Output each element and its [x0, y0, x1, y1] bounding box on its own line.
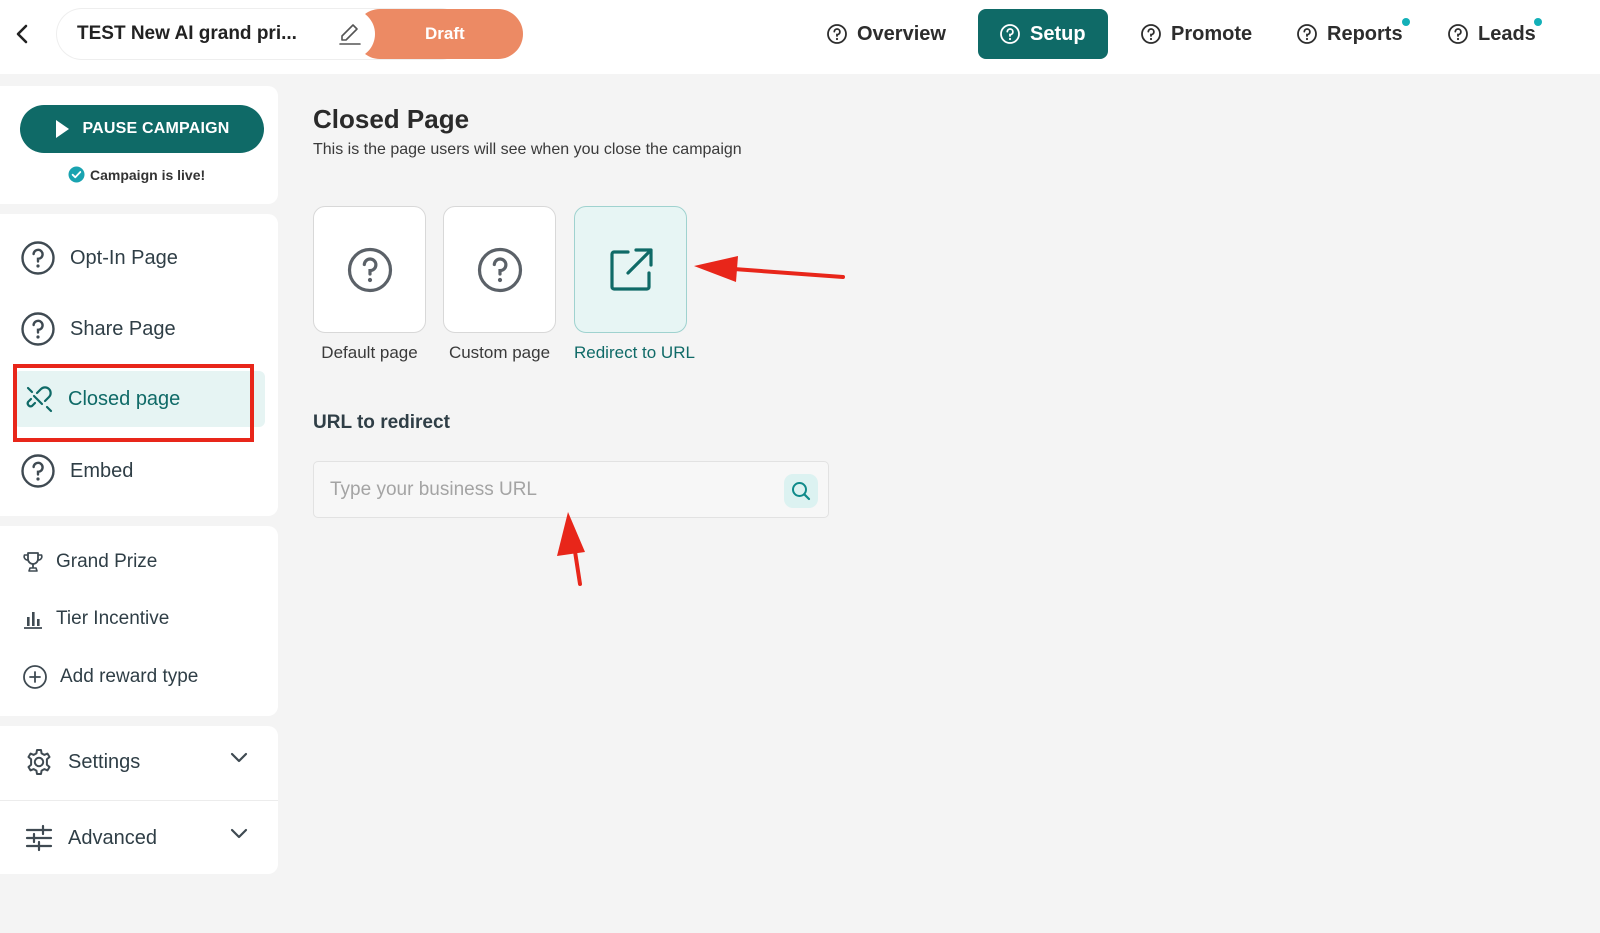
- plus-circle-icon: [23, 665, 47, 689]
- play-icon: [56, 120, 70, 138]
- status-label: Draft: [425, 24, 465, 43]
- sidebar-item-grand-prize[interactable]: Grand Prize: [22, 551, 157, 573]
- bar-chart-icon: [24, 612, 42, 629]
- divider: [0, 800, 278, 801]
- tab-label: Reports: [1327, 22, 1403, 45]
- tab-setup[interactable]: Setup: [978, 9, 1108, 59]
- leads-notification-dot: [1534, 18, 1542, 26]
- campaign-name: TEST New AI grand pri...: [77, 23, 297, 44]
- campaign-live-status: Campaign is live!: [68, 166, 205, 183]
- question-circle-icon: [477, 247, 522, 292]
- question-circle-icon: [1141, 24, 1161, 44]
- pause-campaign-button[interactable]: PAUSE CAMPAIGN: [20, 105, 264, 153]
- tab-label: Overview: [857, 22, 946, 45]
- top-bar: TEST New AI grand pri... Draft Overview …: [0, 0, 1600, 74]
- tab-label: Setup: [1030, 22, 1086, 45]
- annotation-arrow-up: [557, 512, 585, 586]
- advanced-section-toggle[interactable]: Advanced: [0, 802, 278, 874]
- sliders-icon: [25, 824, 53, 852]
- question-circle-icon: [347, 247, 392, 292]
- option-default-page[interactable]: [313, 206, 426, 333]
- search-button[interactable]: [784, 474, 818, 508]
- sidebar-item-tier-incentive[interactable]: Tier Incentive: [22, 608, 169, 630]
- annotation-arrow-right: [694, 256, 845, 282]
- reports-notification-dot: [1402, 18, 1410, 26]
- search-icon: [792, 482, 811, 501]
- campaign-title-pill: TEST New AI grand pri... Draft: [57, 9, 523, 59]
- chevron-down-icon: [230, 752, 248, 763]
- tab-label: Leads: [1478, 22, 1536, 45]
- pages-card: Opt-In Page Share Page Closed page Embed: [0, 214, 278, 516]
- url-field: [313, 461, 829, 518]
- tab-promote[interactable]: Promote: [1140, 9, 1252, 59]
- sidebar-item-closed-page[interactable]: Closed page: [14, 371, 265, 427]
- live-status-text: Campaign is live!: [90, 166, 206, 183]
- question-circle-icon: [1000, 24, 1020, 44]
- page-subtitle: This is the page users will see when you…: [313, 141, 742, 158]
- check-circle-icon: [68, 166, 85, 183]
- add-reward-type-button[interactable]: Add reward type: [22, 664, 198, 690]
- tab-label: Promote: [1171, 22, 1253, 45]
- option-label: Redirect to URL: [574, 343, 695, 362]
- settings-section-toggle[interactable]: Settings: [0, 726, 278, 798]
- settings-label: Settings: [68, 750, 141, 773]
- tab-reports[interactable]: Reports: [1296, 9, 1403, 59]
- settings-card: Settings Advanced: [0, 726, 278, 874]
- sidebar-item-opt-in-page[interactable]: Opt-In Page: [20, 236, 178, 280]
- back-arrow-icon[interactable]: [10, 20, 34, 48]
- url-field-label: URL to redirect: [313, 412, 450, 433]
- option-label: Default page: [321, 343, 418, 362]
- redirect-url-input[interactable]: [330, 462, 770, 517]
- sidebar-item-label: Closed page: [68, 387, 181, 410]
- question-circle-icon: [1297, 24, 1317, 44]
- question-circle-icon: [1448, 24, 1468, 44]
- sidebar-item-label: Embed: [70, 459, 134, 482]
- pencil-icon: [339, 24, 361, 45]
- question-circle-icon: [827, 24, 847, 44]
- sidebar-item-share-page[interactable]: Share Page: [20, 307, 176, 351]
- sidebar-item-label: Opt-In Page: [70, 246, 178, 269]
- question-circle-icon: [21, 241, 55, 275]
- pause-campaign-label: PAUSE CAMPAIGN: [82, 120, 230, 137]
- tab-overview[interactable]: Overview: [826, 9, 946, 59]
- status-badge-draft[interactable]: Draft: [355, 9, 523, 59]
- tab-leads[interactable]: Leads: [1447, 9, 1536, 59]
- edit-name-button[interactable]: [325, 9, 375, 59]
- unplug-icon: [26, 386, 53, 413]
- campaign-status-card: PAUSE CAMPAIGN Campaign is live!: [0, 86, 278, 204]
- rewards-card: Grand Prize Tier Incentive Add reward ty…: [0, 526, 278, 716]
- sidebar-item-label: Tier Incentive: [56, 608, 170, 629]
- question-circle-icon: [21, 454, 55, 488]
- chevron-down-icon: [230, 828, 248, 839]
- advanced-label: Advanced: [68, 826, 157, 849]
- trophy-icon: [23, 552, 43, 572]
- option-custom-page[interactable]: [443, 206, 556, 333]
- sidebar-item-embed[interactable]: Embed: [20, 449, 133, 493]
- question-circle-icon: [21, 312, 55, 346]
- sidebar-item-label: Share Page: [70, 317, 176, 340]
- sidebar-item-label: Add reward type: [60, 666, 199, 687]
- sidebar-item-label: Grand Prize: [56, 551, 158, 572]
- external-link-icon: [609, 247, 653, 291]
- gear-icon: [27, 749, 51, 775]
- option-redirect-to-url[interactable]: [574, 206, 687, 333]
- option-label: Custom page: [448, 343, 551, 362]
- page-title: Closed Page: [313, 104, 470, 134]
